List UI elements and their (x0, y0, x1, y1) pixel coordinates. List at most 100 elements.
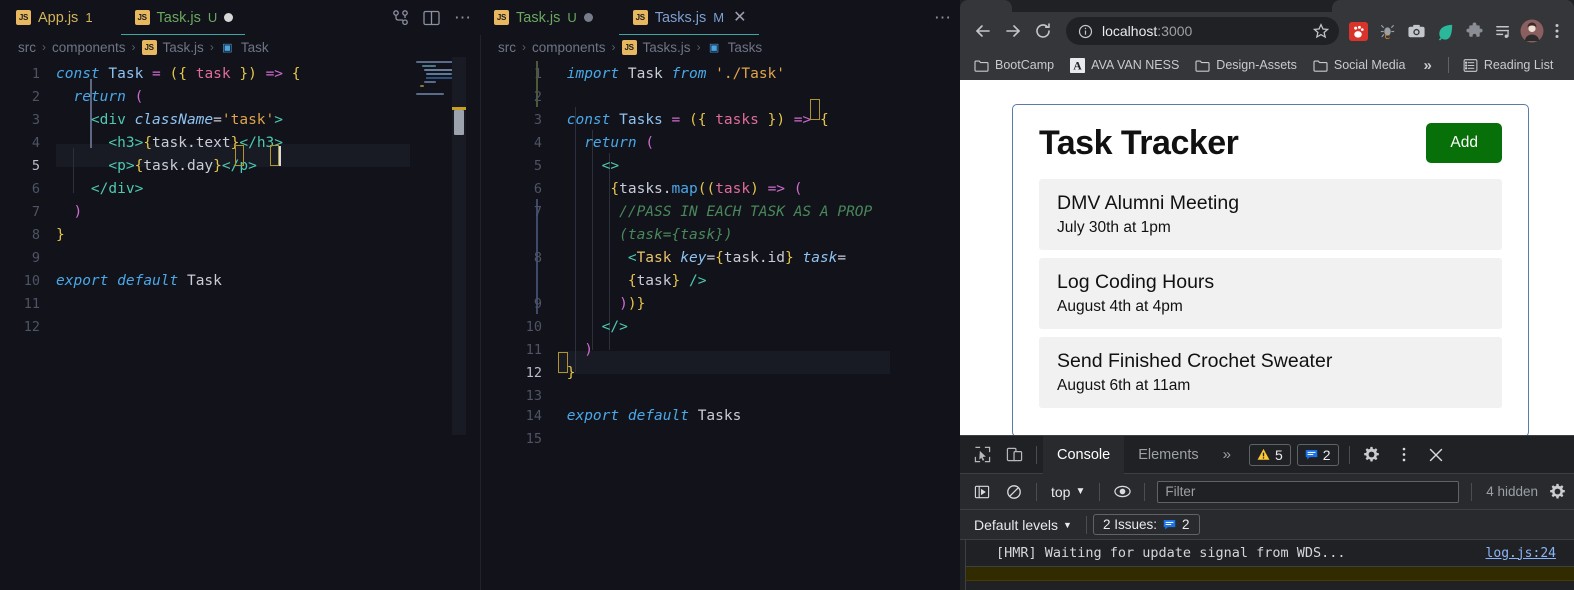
puzzle-extensions-icon[interactable] (1461, 18, 1487, 44)
tab-task-js[interactable]: JS Task.js U (120, 0, 246, 35)
task-day: August 4th at 4pm (1057, 298, 1183, 315)
more-tabs-icon[interactable]: » (1213, 446, 1241, 463)
bookmark-social-media[interactable]: Social Media (1305, 55, 1414, 75)
line-number: 9 (533, 296, 542, 312)
console-sidebar-icon[interactable] (966, 476, 998, 508)
issues-count: 2 (1322, 446, 1331, 463)
add-task-button[interactable]: Add (1426, 123, 1502, 163)
star-icon[interactable] (1313, 23, 1329, 39)
editor-tabbar-right: JS Task.js U JS Tasks.js M ✕ ⋯ (480, 0, 960, 35)
breadcrumb-src[interactable]: src (18, 40, 36, 55)
browser-tab[interactable] (960, 0, 1012, 12)
bookmarks-overflow-button[interactable]: » (1413, 54, 1441, 77)
forward-arrow-icon[interactable] (998, 16, 1028, 46)
source-control-icon[interactable] (392, 9, 409, 26)
site-info-icon[interactable] (1078, 24, 1093, 39)
console-message[interactable]: [HMR] Waiting for update signal from WDS… (960, 540, 1574, 567)
issues-count-badge[interactable]: 2 (1296, 443, 1339, 466)
bug-c-extension-icon[interactable]: C (1374, 18, 1400, 44)
levels-value: Default levels (974, 516, 1059, 533)
unsaved-dot-icon[interactable] (583, 13, 593, 22)
chevron-right-icon: › (131, 40, 136, 54)
breadcrumb-symbol[interactable]: Tasks (728, 40, 763, 55)
gear-icon[interactable] (1546, 476, 1568, 508)
console-context-value: top (1051, 483, 1071, 500)
browser-tabstrip (960, 0, 1574, 12)
bracket-match-close (558, 352, 568, 373)
task-item[interactable]: DMV Alumni Meeting July 30th at 1pm (1039, 179, 1502, 250)
bookmark-label: AVA VAN NESS (1091, 58, 1180, 72)
close-icon[interactable]: ✕ (731, 9, 746, 26)
task-list: DMV Alumni Meeting July 30th at 1pm Log … (1039, 179, 1502, 408)
back-arrow-icon[interactable] (968, 16, 998, 46)
console-message-source[interactable]: log.js:24 (1472, 546, 1556, 561)
tab-console[interactable]: Console (1043, 435, 1125, 474)
editor-tabbar-left: JS App.js 1 JS Task.js U ⋯ (0, 0, 480, 35)
tab-tasks-js[interactable]: JS Tasks.js M ✕ (618, 0, 759, 35)
bookmark-bootcamp[interactable]: BootCamp (966, 55, 1062, 75)
js-file-icon: JS (494, 10, 509, 25)
bookmark-label: Social Media (1333, 58, 1406, 72)
code-line-wrapped: (task={task}) (619, 227, 733, 243)
code-line: ) (584, 342, 593, 358)
bookmark-ava-van-ness[interactable]: A AVA VAN NESS (1062, 55, 1187, 76)
breadcrumb-src[interactable]: src (498, 40, 516, 55)
breadcrumb-file[interactable]: Tasks.js (643, 40, 691, 55)
tab-badge: U (567, 10, 577, 25)
code-area-left[interactable]: 1 const Task = ({ task }) => { 2 return … (0, 59, 480, 429)
browser-tab-active[interactable] (1332, 0, 1574, 12)
leaf-extension-icon[interactable] (1432, 18, 1458, 44)
editor-pane-left: JS App.js 1 JS Task.js U ⋯ src › compone… (0, 0, 480, 590)
line-number: 11 (525, 342, 542, 358)
breadcrumb-left: src › components › JS Task.js › ▣ Task (0, 35, 480, 59)
live-expression-icon[interactable] (1106, 476, 1138, 508)
more-actions-icon[interactable]: ⋯ (934, 9, 952, 26)
clear-console-icon[interactable] (998, 476, 1030, 508)
more-actions-icon[interactable]: ⋯ (454, 9, 472, 26)
code-area-right[interactable]: 1 import Task from './Task' 2 3 const Ta… (480, 59, 960, 447)
breadcrumb-symbol[interactable]: Task (241, 40, 269, 55)
code-line: //PASS IN EACH TASK AS A PROP (619, 204, 873, 220)
console-output[interactable]: [HMR] Waiting for update signal from WDS… (960, 540, 1574, 581)
gear-icon[interactable] (1356, 439, 1388, 471)
inspect-element-icon[interactable] (966, 439, 998, 471)
breadcrumb-file[interactable]: Task.js (163, 40, 204, 55)
task-item[interactable]: Log Coding Hours August 4th at 4pm (1039, 258, 1502, 329)
reload-icon[interactable] (1028, 16, 1058, 46)
breadcrumb-right: src › components › JS Tasks.js › ▣ Tasks (480, 35, 960, 59)
task-item[interactable]: Send Finished Crochet Sweater August 6th… (1039, 337, 1502, 408)
breadcrumb-components[interactable]: components (52, 40, 126, 55)
chrome-menu-icon[interactable] (1548, 18, 1566, 44)
devtools-more-icon[interactable] (1388, 439, 1420, 471)
red-paw-extension-icon[interactable] (1345, 18, 1371, 44)
svg-text:A: A (1073, 59, 1082, 72)
address-bar[interactable]: localhost:3000 (1066, 17, 1339, 45)
line-number: 14 (525, 408, 542, 424)
tab-elements[interactable]: Elements (1124, 436, 1212, 474)
console-filter-input[interactable]: Filter (1157, 480, 1460, 503)
bracket-match-open (810, 99, 820, 120)
vertical-scrollbar-left[interactable] (452, 57, 466, 435)
code-line: <Task key={task.id} task= (627, 250, 847, 266)
scrollbar-thumb[interactable] (454, 110, 464, 135)
console-levels-selector[interactable]: Default levels ▼ (966, 517, 1080, 533)
split-editor-icon[interactable] (423, 10, 440, 26)
breadcrumb-components[interactable]: components (532, 40, 606, 55)
reading-list-button[interactable]: Reading List (1455, 55, 1562, 76)
js-file-icon: JS (621, 39, 637, 55)
tab-app-js[interactable]: JS App.js 1 (0, 0, 105, 35)
device-toolbar-icon[interactable] (998, 439, 1030, 471)
console-warning-row[interactable] (960, 567, 1574, 581)
profile-avatar[interactable] (1519, 18, 1545, 44)
issues-button[interactable]: 2 Issues: 2 (1092, 514, 1200, 535)
line-number: 7 (533, 204, 542, 220)
warning-count-badge[interactable]: 5 (1249, 443, 1291, 466)
tab-task-js-right[interactable]: JS Task.js U (480, 0, 605, 35)
console-context-selector[interactable]: top ▼ (1043, 484, 1093, 500)
reading-list-icon[interactable] (1490, 18, 1516, 44)
camera-extension-icon[interactable] (1403, 18, 1429, 44)
bookmark-design-assets[interactable]: Design-Assets (1187, 55, 1305, 75)
unsaved-dot-icon[interactable] (224, 13, 234, 22)
line-number: 6 (533, 181, 542, 197)
close-icon[interactable] (1420, 439, 1452, 471)
